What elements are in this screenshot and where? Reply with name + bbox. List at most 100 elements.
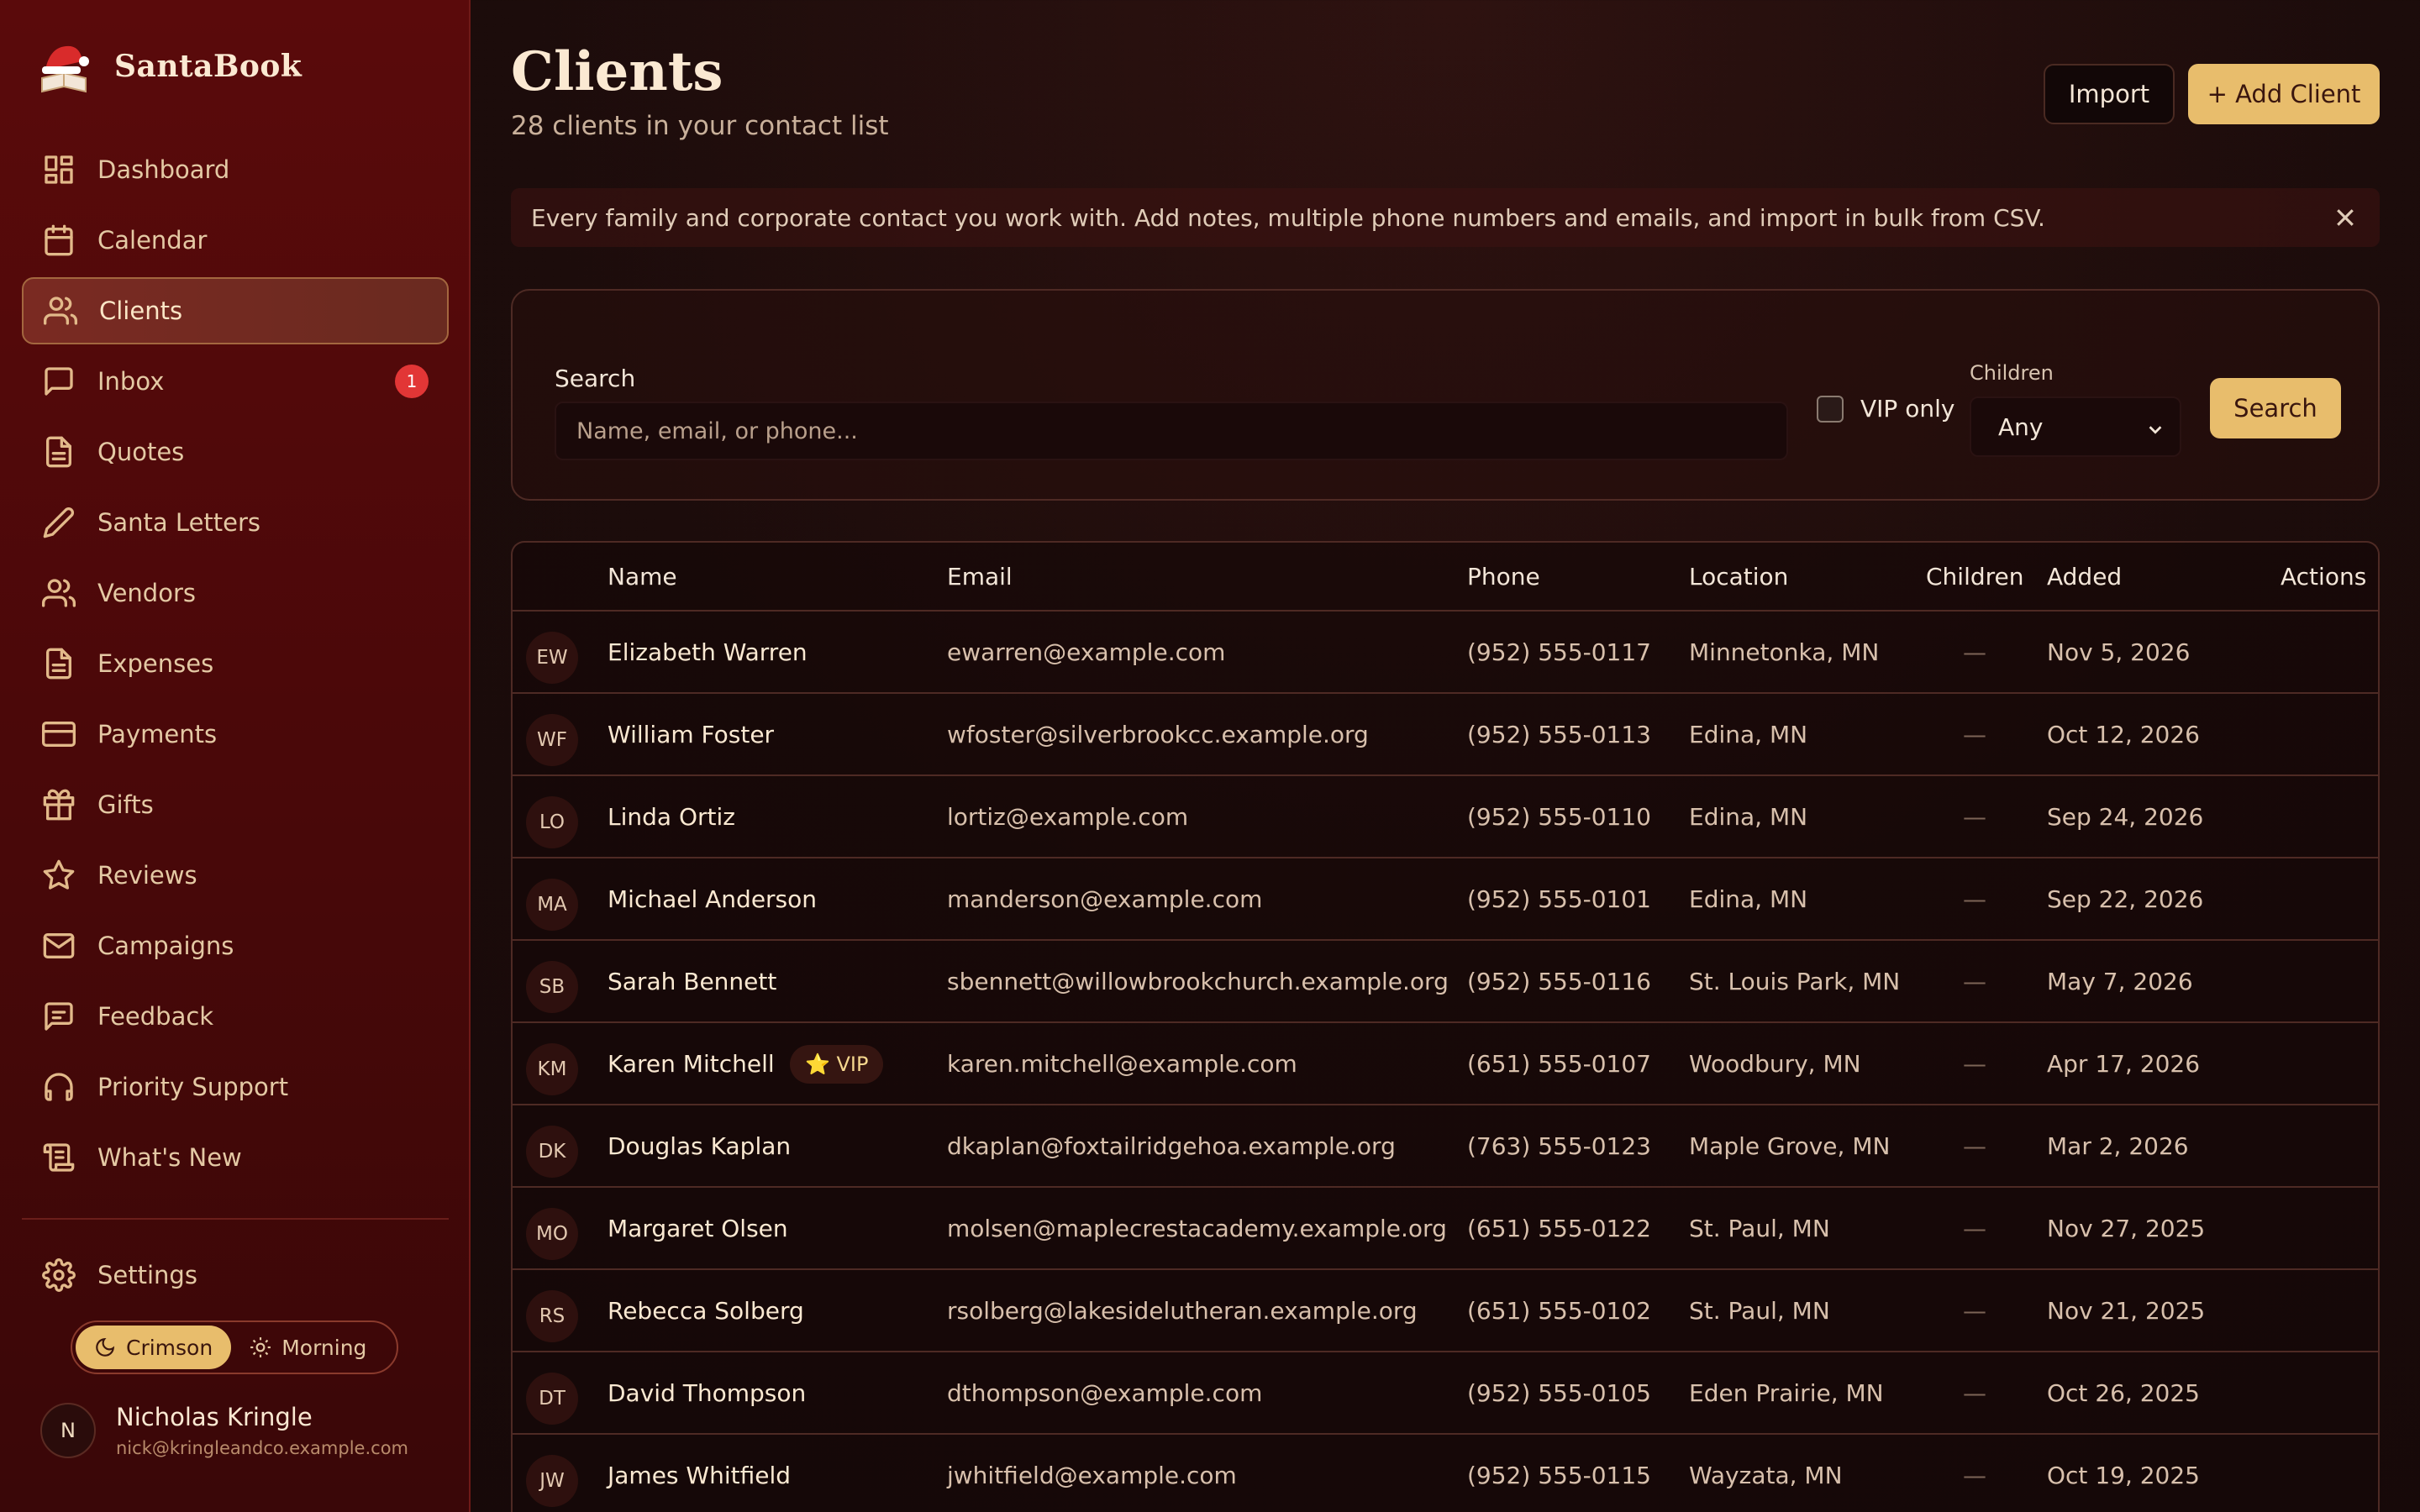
table-row[interactable]: RS Rebecca Solberg rsolberg@lakesideluth… (513, 1270, 2378, 1352)
sidebar-divider (22, 1218, 449, 1220)
sidebar-item-label: Vendors (97, 579, 196, 607)
sidebar-item-calendar[interactable]: Calendar (22, 207, 449, 274)
brand[interactable]: SantaBook (34, 37, 302, 96)
search-input[interactable]: Name, email, or phone... (555, 402, 1788, 460)
client-location: Wayzata, MN (1689, 1462, 1843, 1489)
client-email: manderson@example.com (947, 885, 1263, 913)
sidebar-item-label: Calendar (97, 226, 208, 255)
column-header-location[interactable]: Location (1689, 563, 1788, 591)
client-name[interactable]: David Thompson (608, 1379, 806, 1407)
checkbox-box[interactable] (1817, 395, 1844, 423)
sidebar-item-settings[interactable]: Settings (22, 1242, 449, 1309)
client-children: — (1963, 638, 1986, 666)
sidebar-item-clients[interactable]: Clients (22, 277, 449, 344)
client-name[interactable]: Margaret Olsen (608, 1215, 788, 1242)
client-name[interactable]: William Foster (608, 721, 774, 748)
theme-morning-button[interactable]: Morning (231, 1326, 385, 1369)
client-name[interactable]: Rebecca Solberg (608, 1297, 804, 1325)
sidebar-item-reviews[interactable]: Reviews (22, 842, 449, 909)
message-icon (42, 365, 76, 398)
table-row[interactable]: MA Michael Anderson manderson@example.co… (513, 858, 2378, 941)
client-phone: (952) 555-0105 (1467, 1379, 1651, 1407)
table-row[interactable]: WF William Foster wfoster@silverbrookcc.… (513, 694, 2378, 776)
sidebar-item-inbox[interactable]: Inbox 1 (22, 348, 449, 415)
import-button[interactable]: Import (2044, 64, 2175, 124)
column-header-phone[interactable]: Phone (1467, 563, 1540, 591)
sidebar-item-quotes[interactable]: Quotes (22, 418, 449, 486)
table-row[interactable]: DK Douglas Kaplan dkaplan@foxtailridgeho… (513, 1105, 2378, 1188)
client-phone: (651) 555-0102 (1467, 1297, 1651, 1325)
client-name[interactable]: James Whitfield (608, 1462, 791, 1489)
theme-crimson-button[interactable]: Crimson (76, 1326, 232, 1369)
column-header-added[interactable]: Added (2047, 563, 2122, 591)
client-name[interactable]: Linda Ortiz (608, 803, 735, 831)
children-select[interactable]: Any (1970, 396, 2181, 457)
client-added-date: Oct 19, 2025 (2047, 1462, 2200, 1489)
credit-card-icon (42, 717, 76, 751)
table-row[interactable]: SB Sarah Bennett sbennett@willowbrookchu… (513, 941, 2378, 1023)
table-row[interactable]: DT David Thompson dthompson@example.com … (513, 1352, 2378, 1435)
search-button[interactable]: Search (2210, 378, 2341, 438)
client-children: — (1963, 1050, 1986, 1078)
client-phone: (952) 555-0101 (1467, 885, 1651, 913)
sidebar-item-label: Priority Support (97, 1073, 289, 1101)
sidebar-item-whats-new[interactable]: What's New (22, 1124, 449, 1191)
client-phone: (651) 555-0122 (1467, 1215, 1651, 1242)
theme-toggle: Crimson Morning (71, 1320, 398, 1374)
client-name[interactable]: Douglas Kaplan (608, 1132, 791, 1160)
gear-icon (42, 1258, 76, 1292)
client-email: sbennett@willowbrookchurch.example.org (947, 968, 1449, 995)
column-header-name[interactable]: Name (608, 563, 677, 591)
table-row[interactable]: KM Karen Mitchell ⭐ VIP karen.mitchell@e… (513, 1023, 2378, 1105)
table-header: Name Email Phone Location Children Added… (513, 543, 2378, 612)
client-name[interactable]: Elizabeth Warren (608, 638, 808, 666)
add-client-button[interactable]: + Add Client (2188, 64, 2380, 124)
headphones-icon (42, 1070, 76, 1104)
client-phone: (651) 555-0107 (1467, 1050, 1651, 1078)
sidebar-item-campaigns[interactable]: Campaigns (22, 912, 449, 979)
sidebar-item-santa-letters[interactable]: Santa Letters (22, 489, 449, 556)
client-email: molsen@maplecrestacademy.example.org (947, 1215, 1447, 1242)
vip-only-checkbox[interactable]: VIP only (1817, 395, 1954, 423)
table-row[interactable]: MO Margaret Olsen molsen@maplecrestacade… (513, 1188, 2378, 1270)
sidebar-item-feedback[interactable]: Feedback (22, 983, 449, 1050)
client-added-date: Oct 26, 2025 (2047, 1379, 2200, 1407)
sidebar-item-label: Campaigns (97, 932, 234, 960)
client-children: — (1963, 1379, 1986, 1407)
sidebar-item-vendors[interactable]: Vendors (22, 559, 449, 627)
sidebar-item-payments[interactable]: Payments (22, 701, 449, 768)
client-name[interactable]: Sarah Bennett (608, 968, 776, 995)
clients-table: Name Email Phone Location Children Added… (511, 541, 2380, 1512)
search-placeholder: Name, email, or phone... (576, 417, 858, 444)
app-name: SantaBook (114, 49, 302, 84)
close-icon[interactable] (2333, 205, 2358, 230)
chevron-down-icon (2149, 426, 2162, 434)
user-profile[interactable]: N Nicholas Kringle nick@kringleandco.exa… (40, 1403, 408, 1458)
client-name[interactable]: Michael Anderson (608, 885, 817, 913)
client-children: — (1963, 1215, 1986, 1242)
client-location: St. Louis Park, MN (1689, 968, 1901, 995)
table-row[interactable]: JW James Whitfield jwhitfield@example.co… (513, 1435, 2378, 1512)
column-header-email[interactable]: Email (947, 563, 1013, 591)
client-location: Minnetonka, MN (1689, 638, 1880, 666)
client-avatar: DK (526, 1126, 578, 1178)
table-row[interactable]: EW Elizabeth Warren ewarren@example.com … (513, 612, 2378, 694)
sidebar-item-dashboard[interactable]: Dashboard (22, 136, 449, 203)
sidebar-item-label: Feedback (97, 1002, 214, 1031)
avatar: N (40, 1403, 96, 1458)
search-filter-card: Search Name, email, or phone... VIP only… (511, 289, 2380, 501)
client-email: lortiz@example.com (947, 803, 1189, 831)
client-added-date: May 7, 2026 (2047, 968, 2193, 995)
user-email: nick@kringleandco.example.com (116, 1438, 408, 1458)
client-phone: (952) 555-0116 (1467, 968, 1651, 995)
vip-only-label: VIP only (1860, 395, 1955, 423)
sidebar-item-priority-support[interactable]: Priority Support (22, 1053, 449, 1121)
client-name[interactable]: Karen Mitchell (608, 1050, 775, 1078)
column-header-children[interactable]: Children (1926, 563, 2024, 591)
sidebar-item-expenses[interactable]: Expenses (22, 630, 449, 697)
table-row[interactable]: LO Linda Ortiz lortiz@example.com (952) … (513, 776, 2378, 858)
client-avatar: DT (526, 1373, 578, 1425)
scroll-icon (42, 1141, 76, 1174)
client-avatar: MO (526, 1208, 578, 1260)
sidebar-item-gifts[interactable]: Gifts (22, 771, 449, 838)
